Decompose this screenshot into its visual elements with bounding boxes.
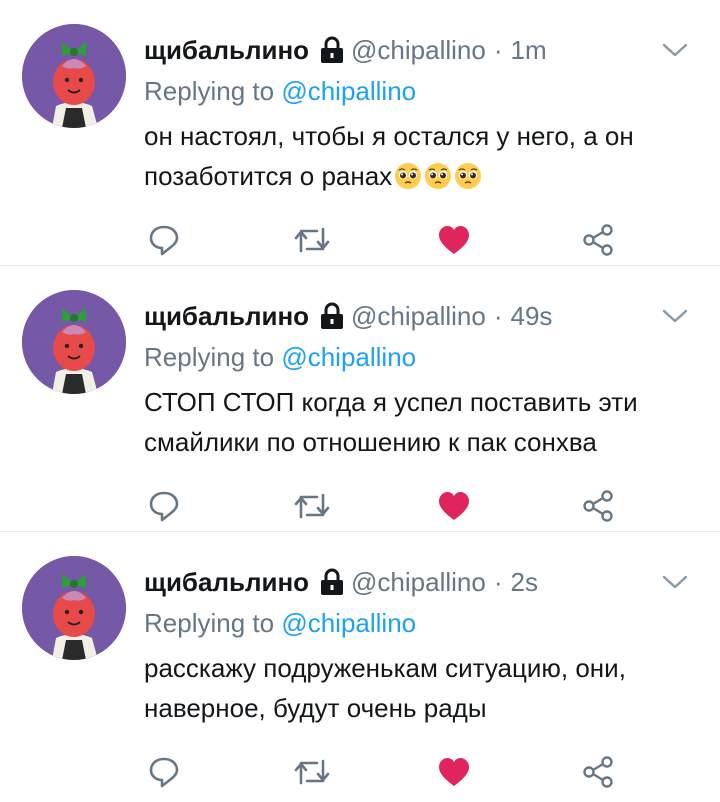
separator-dot: · xyxy=(493,34,503,65)
retweet-icon xyxy=(294,227,330,253)
retweet-icon xyxy=(294,493,330,519)
avatar[interactable] xyxy=(22,556,126,660)
share-button[interactable] xyxy=(578,220,618,260)
reply-button[interactable] xyxy=(144,486,184,526)
replying-to-line: Replying to @chipallino xyxy=(144,342,416,373)
tweet-text: он настоял, чтобы я остался у него, а он… xyxy=(144,116,704,196)
emoji-group xyxy=(392,161,482,191)
reply-icon xyxy=(149,225,179,256)
username-handle[interactable]: @chipallino xyxy=(351,35,486,66)
tweet-actions xyxy=(144,220,624,260)
username-handle[interactable]: @chipallino xyxy=(351,567,486,598)
like-button[interactable] xyxy=(434,220,474,260)
username-handle[interactable]: @chipallino xyxy=(351,301,486,332)
chevron-down-icon[interactable] xyxy=(660,570,690,594)
display-name[interactable]: щибальлино xyxy=(144,35,309,66)
reply-button[interactable] xyxy=(144,752,184,792)
heart-icon xyxy=(439,758,469,786)
replying-to-label: Replying to xyxy=(144,342,275,372)
tweet-actions xyxy=(144,486,624,526)
retweet-icon xyxy=(294,759,330,785)
pleading-face-emoji xyxy=(425,163,452,189)
chevron-down-icon[interactable] xyxy=(660,38,690,62)
replying-to-line: Replying to @chipallino xyxy=(144,608,416,639)
avatar[interactable] xyxy=(22,24,126,128)
tweet-text: расскажу подруженькам ситуацию, они, нав… xyxy=(144,648,704,728)
separator-dot: · xyxy=(493,300,503,331)
share-icon xyxy=(583,756,613,788)
display-name[interactable]: щибальлино xyxy=(144,567,309,598)
like-button[interactable] xyxy=(434,752,474,792)
replying-to-label: Replying to xyxy=(144,76,275,106)
tweet-text-content: расскажу подруженькам ситуацию, они, нав… xyxy=(144,653,626,723)
tweet-header: щибальлино @chipallino · 1m xyxy=(144,32,680,68)
tweet-text-content: СТОП СТОП когда я успел поставить эти см… xyxy=(144,387,638,457)
chevron-down-icon[interactable] xyxy=(660,304,690,328)
share-icon xyxy=(583,490,613,522)
replying-to-line: Replying to @chipallino xyxy=(144,76,416,107)
tweet-text: СТОП СТОП когда я успел поставить эти см… xyxy=(144,382,704,462)
tweet-header: щибальлино @chipallino · 2s xyxy=(144,564,680,600)
heart-icon xyxy=(439,226,469,254)
share-icon xyxy=(583,224,613,256)
pleading-face-emoji xyxy=(395,163,422,189)
lock-icon xyxy=(319,302,345,330)
reply-icon xyxy=(149,757,179,788)
timestamp[interactable]: 1m xyxy=(511,35,547,66)
mention-link[interactable]: @chipallino xyxy=(281,76,416,106)
tweet-actions xyxy=(144,752,624,792)
timestamp[interactable]: 49s xyxy=(511,301,553,332)
share-button[interactable] xyxy=(578,486,618,526)
share-button[interactable] xyxy=(578,752,618,792)
heart-icon xyxy=(439,492,469,520)
reply-button[interactable] xyxy=(144,220,184,260)
replying-to-label: Replying to xyxy=(144,608,275,638)
separator-dot: · xyxy=(493,566,503,597)
timestamp[interactable]: 2s xyxy=(511,567,538,598)
lock-icon xyxy=(319,36,345,64)
retweet-button[interactable] xyxy=(292,220,332,260)
avatar[interactable] xyxy=(22,290,126,394)
tweet[interactable]: щибальлино @chipallino · 1m Replying to … xyxy=(0,0,720,266)
mention-link[interactable]: @chipallino xyxy=(281,608,416,638)
lock-icon xyxy=(319,568,345,596)
retweet-button[interactable] xyxy=(292,486,332,526)
like-button[interactable] xyxy=(434,486,474,526)
display-name[interactable]: щибальлино xyxy=(144,301,309,332)
mention-link[interactable]: @chipallino xyxy=(281,342,416,372)
reply-icon xyxy=(149,491,179,522)
tweet-feed: щибальлино @chipallino · 1m Replying to … xyxy=(0,0,720,798)
tweet[interactable]: щибальлино @chipallino · 49s Replying to… xyxy=(0,266,720,532)
tweet-text-content: он настоял, чтобы я остался у него, а он… xyxy=(144,121,634,191)
pleading-face-emoji xyxy=(455,163,482,189)
tweet-header: щибальлино @chipallino · 49s xyxy=(144,298,680,334)
tweet[interactable]: щибальлино @chipallino · 2s Replying to … xyxy=(0,532,720,798)
retweet-button[interactable] xyxy=(292,752,332,792)
